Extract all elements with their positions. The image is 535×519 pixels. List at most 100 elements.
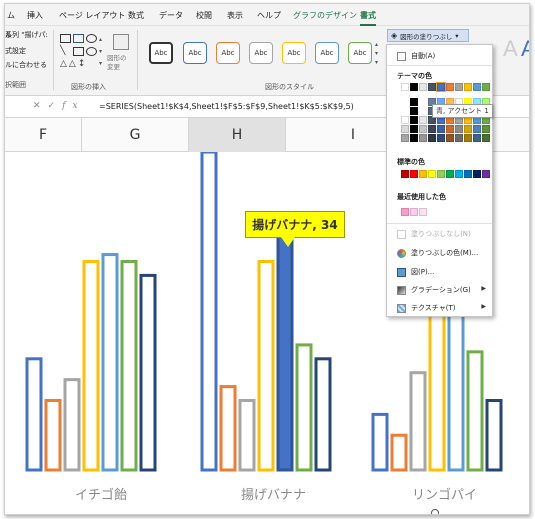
bar-2-2[interactable]: [219, 385, 237, 472]
bar-1-4[interactable]: [82, 260, 100, 472]
theme-color-swatch[interactable]: [419, 116, 427, 124]
theme-color-swatch[interactable]: [473, 134, 481, 142]
menu-item-gradient[interactable]: グラデーション(G): [397, 285, 487, 295]
theme-color-swatch[interactable]: [446, 83, 454, 91]
bar-1-1[interactable]: [25, 357, 43, 472]
theme-color-swatch[interactable]: [401, 116, 409, 124]
standard-color-swatch[interactable]: [473, 170, 481, 178]
theme-color-swatch[interactable]: [482, 134, 490, 142]
recent-color-swatch[interactable]: [410, 208, 418, 216]
bar-3-7[interactable]: [485, 399, 503, 472]
theme-color-swatch[interactable]: [455, 125, 463, 133]
standard-color-swatch[interactable]: [464, 170, 472, 178]
theme-color-swatch[interactable]: [455, 134, 463, 142]
theme-color-swatch[interactable]: [446, 134, 454, 142]
edit-shape-icon[interactable]: [113, 34, 129, 50]
style-preset-5[interactable]: Abc: [282, 42, 306, 64]
theme-color-swatch[interactable]: [437, 125, 445, 133]
bar-3-1[interactable]: [371, 412, 389, 472]
text-box-shape-icon[interactable]: [60, 34, 71, 43]
theme-color-swatch[interactable]: [464, 83, 472, 91]
theme-color-swatch[interactable]: [464, 134, 472, 142]
theme-color-swatch[interactable]: [482, 83, 490, 91]
theme-color-swatch[interactable]: [401, 134, 409, 142]
recent-color-swatch[interactable]: [419, 208, 427, 216]
formula-bar-icons[interactable]: ✕✓fx: [33, 101, 85, 111]
tab-data[interactable]: データ: [159, 10, 183, 21]
theme-color-swatch[interactable]: [419, 125, 427, 133]
bar-2-1[interactable]: [200, 152, 218, 472]
style-preset-1[interactable]: Abc: [149, 42, 173, 64]
column-header-f[interactable]: F: [5, 118, 82, 152]
wordart-preview[interactable]: A: [503, 36, 518, 62]
style-preset-6[interactable]: Abc: [315, 42, 339, 64]
tab-review[interactable]: 校閲: [196, 10, 212, 21]
standard-color-swatch[interactable]: [455, 170, 463, 178]
theme-color-swatch[interactable]: [419, 134, 427, 142]
theme-color-swatch[interactable]: [401, 98, 409, 106]
bar-1-5[interactable]: [101, 253, 119, 472]
theme-color-swatch[interactable]: [464, 125, 472, 133]
standard-color-swatch[interactable]: [401, 170, 409, 178]
theme-color-swatch[interactable]: [446, 125, 454, 133]
bar-3-2[interactable]: [390, 433, 408, 472]
vertical-text-box-shape-icon[interactable]: [73, 34, 84, 43]
theme-color-swatch[interactable]: [419, 98, 427, 106]
theme-color-swatch[interactable]: [437, 134, 445, 142]
bar-1-2[interactable]: [44, 399, 62, 472]
bar-1-7[interactable]: [139, 273, 157, 472]
theme-color-swatch[interactable]: [436, 82, 446, 92]
column-header-h[interactable]: H: [189, 118, 286, 152]
theme-color-swatch[interactable]: [410, 116, 418, 124]
style-preset-7[interactable]: Abc: [348, 42, 372, 64]
style-preset-4[interactable]: Abc: [249, 42, 273, 64]
theme-color-swatch[interactable]: [410, 134, 418, 142]
tab-page-layout[interactable]: ページ レイアウト: [59, 10, 125, 21]
theme-color-swatch[interactable]: [410, 98, 418, 106]
formula-input[interactable]: =SERIES(Sheet1!$K$4,Sheet1!$F$5:$F$9,She…: [99, 102, 354, 111]
column-header-g[interactable]: G: [82, 118, 189, 152]
tab-formulas[interactable]: 数式: [128, 10, 144, 21]
circle-shape-icon[interactable]: [86, 47, 97, 56]
reset-style-button[interactable]: ルに合わせる: [5, 60, 47, 70]
data-callout[interactable]: 揚げバナナ, 34: [245, 211, 345, 238]
theme-color-swatch[interactable]: [428, 125, 436, 133]
tab-view[interactable]: 表示: [227, 10, 243, 21]
format-selection-button[interactable]: 式設定: [5, 46, 26, 56]
change-shape-button[interactable]: 図形の変更: [107, 54, 131, 72]
theme-color-swatch[interactable]: [428, 134, 436, 142]
standard-color-swatch[interactable]: [419, 170, 427, 178]
theme-color-swatch[interactable]: [401, 83, 409, 91]
recent-color-swatch[interactable]: [401, 208, 409, 216]
theme-color-swatch[interactable]: [401, 107, 409, 115]
menu-item-texture[interactable]: テクスチャ(T): [397, 303, 487, 313]
bar-2-6[interactable]: [295, 343, 313, 472]
theme-color-swatch[interactable]: [428, 83, 436, 91]
oval-shape-icon[interactable]: [86, 34, 97, 43]
tab-insert[interactable]: 挿入: [27, 10, 43, 21]
line-shape-icon[interactable]: ╲: [60, 46, 67, 56]
bar-2-4[interactable]: [257, 260, 275, 472]
theme-color-swatch[interactable]: [473, 125, 481, 133]
theme-color-swatch[interactable]: [455, 83, 463, 91]
shape-fill-button[interactable]: ◈ 図形の塗りつぶし ▾: [387, 29, 469, 42]
theme-color-swatch[interactable]: [401, 125, 409, 133]
bar-2-5[interactable]: [276, 232, 294, 472]
wordart-preview-2[interactable]: A: [521, 36, 529, 62]
theme-color-swatch[interactable]: [473, 83, 481, 91]
menu-item-automatic[interactable]: 自動(A): [397, 51, 435, 61]
bar-1-3[interactable]: [63, 378, 81, 472]
triangle-shapes-icon[interactable]: △△↕: [60, 59, 87, 69]
shape-dropdown-icons[interactable]: ▴ ▾ ▾: [99, 34, 102, 70]
bar-3-3[interactable]: [409, 371, 427, 472]
style-preset-2[interactable]: Abc: [183, 42, 207, 64]
tab-chart-design[interactable]: グラフのデザイン: [293, 10, 357, 21]
menu-item-picture[interactable]: 図(P)...: [397, 267, 434, 277]
standard-color-swatch[interactable]: [428, 170, 436, 178]
standard-color-swatch[interactable]: [482, 170, 490, 178]
theme-color-swatch[interactable]: [410, 107, 418, 115]
theme-color-swatch[interactable]: [482, 125, 490, 133]
tab-help[interactable]: ヘルプ: [257, 10, 281, 21]
menu-item-no-fill[interactable]: 塗りつぶしなし(N): [397, 229, 471, 239]
menu-item-more-colors[interactable]: 塗りつぶしの色(M)...: [397, 248, 478, 258]
